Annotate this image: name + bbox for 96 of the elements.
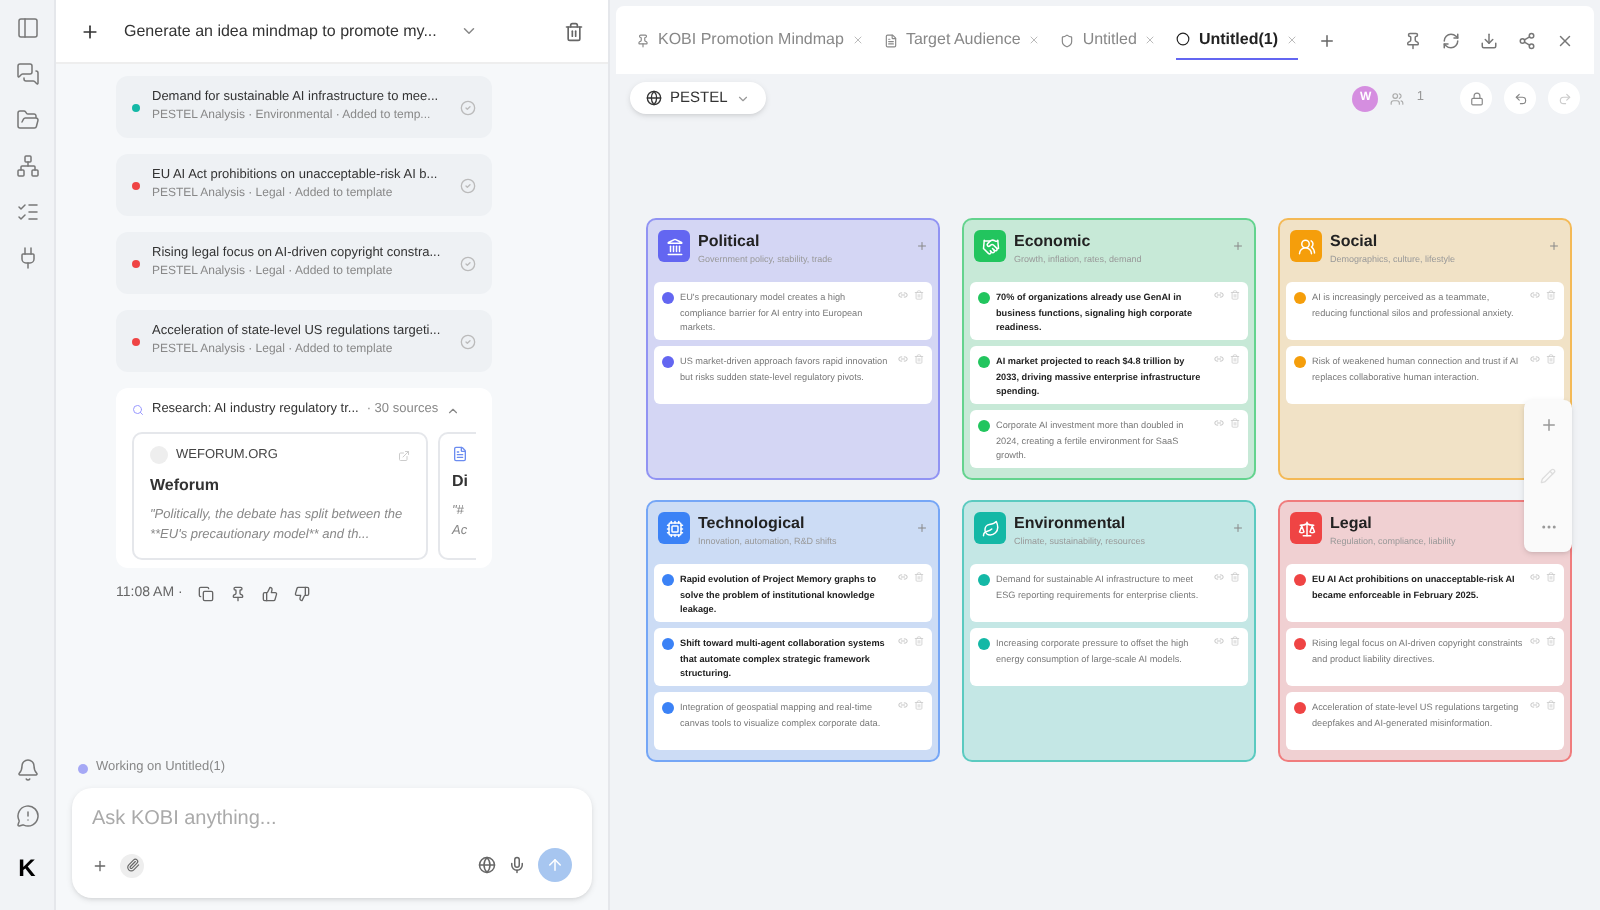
thumbs-up-icon[interactable] — [262, 586, 279, 602]
link-icon[interactable] — [898, 572, 908, 582]
people-icon — [1297, 237, 1315, 255]
close-tab-icon[interactable] — [851, 34, 864, 46]
document-icon — [883, 33, 898, 47]
undo-button[interactable] — [1504, 82, 1536, 114]
download-icon[interactable] — [1480, 31, 1498, 49]
copy-icon[interactable] — [198, 586, 215, 602]
card-title: Technological — [698, 512, 807, 536]
chip-icon — [665, 519, 683, 537]
bell-icon[interactable] — [15, 758, 39, 782]
send-button[interactable] — [538, 848, 572, 882]
close-tab-icon[interactable] — [1144, 34, 1157, 46]
share-icon[interactable] — [1518, 31, 1536, 49]
source-title: Weforum — [150, 473, 222, 498]
card-title: Environmental — [1014, 512, 1128, 536]
check-circle-icon[interactable] — [460, 255, 476, 271]
folder-icon[interactable] — [15, 108, 39, 132]
attach-button[interactable] — [120, 853, 144, 877]
link-icon[interactable] — [1214, 572, 1224, 582]
checklist-icon[interactable] — [15, 200, 39, 224]
link-icon[interactable] — [1214, 290, 1224, 300]
link-icon[interactable] — [898, 290, 908, 300]
card-title: Legal — [1330, 512, 1374, 536]
hierarchy-icon[interactable] — [15, 154, 39, 178]
link-icon[interactable] — [1530, 354, 1540, 364]
pencil-icon[interactable] — [1540, 467, 1556, 484]
zoom-in-icon[interactable] — [1539, 416, 1557, 435]
trash-icon[interactable] — [564, 21, 584, 41]
thumbs-down-icon[interactable] — [294, 586, 311, 602]
tab[interactable]: Target Audience — [883, 20, 1041, 60]
chat-bubbles-icon[interactable] — [15, 62, 39, 86]
tab[interactable]: Untitled(1) — [1176, 20, 1298, 60]
add-item-icon[interactable] — [916, 522, 928, 534]
link-icon[interactable] — [1214, 418, 1224, 428]
landmark-icon — [665, 237, 683, 255]
dot-icon — [1176, 32, 1191, 46]
external-link-icon[interactable] — [398, 449, 410, 462]
chevron-down-icon — [735, 91, 750, 105]
shield-icon — [1060, 33, 1075, 47]
plus-icon[interactable] — [92, 857, 108, 873]
tab[interactable]: KOBI Promotion Mindmap — [636, 20, 864, 60]
document-icon — [452, 446, 468, 462]
card-title: Social — [1330, 230, 1380, 254]
link-icon[interactable] — [1530, 572, 1540, 582]
link-icon[interactable] — [1214, 636, 1224, 646]
card-title: Economic — [1014, 230, 1093, 254]
chevron-down-icon[interactable] — [460, 22, 479, 40]
globe-icon — [646, 90, 662, 106]
chevron-up-icon[interactable] — [446, 403, 461, 417]
message-composer[interactable]: Ask KOBI anything... — [72, 788, 592, 898]
lock-button[interactable] — [1460, 82, 1492, 114]
link-icon[interactable] — [898, 700, 908, 710]
check-circle-icon[interactable] — [460, 177, 476, 193]
search-icon — [132, 404, 144, 416]
users-icon — [1390, 91, 1405, 105]
link-icon[interactable] — [1530, 290, 1540, 300]
handshake-icon — [981, 237, 999, 255]
new-chat-icon[interactable] — [80, 21, 100, 41]
redo-button[interactable] — [1548, 82, 1580, 114]
pin-icon[interactable] — [1404, 31, 1422, 49]
add-item-icon[interactable] — [1232, 240, 1244, 252]
scales-icon — [1297, 519, 1315, 537]
add-item-icon[interactable] — [916, 240, 928, 252]
pin-icon — [636, 33, 650, 47]
link-icon[interactable] — [898, 354, 908, 364]
add-item-icon[interactable] — [1232, 522, 1244, 534]
close-tab-icon[interactable] — [1286, 33, 1298, 45]
app-logo[interactable]: K — [18, 850, 36, 886]
paperclip-icon — [125, 858, 139, 872]
message-input[interactable]: Ask KOBI anything... — [92, 804, 572, 834]
undo-icon — [1513, 91, 1527, 105]
link-icon[interactable] — [1214, 354, 1224, 364]
globe-icon[interactable] — [478, 856, 496, 874]
microphone-icon[interactable] — [508, 856, 526, 874]
lock-icon — [1469, 91, 1483, 105]
add-item-icon[interactable] — [1548, 240, 1560, 252]
feedback-icon[interactable] — [15, 804, 39, 828]
pin-icon[interactable] — [230, 586, 247, 602]
close-icon[interactable] — [1556, 31, 1574, 49]
link-icon[interactable] — [1530, 636, 1540, 646]
refresh-icon[interactable] — [1442, 31, 1460, 49]
link-icon[interactable] — [1530, 700, 1540, 710]
link-icon[interactable] — [898, 636, 908, 646]
tab[interactable]: Untitled — [1060, 20, 1157, 60]
leaf-icon — [981, 519, 999, 537]
close-tab-icon[interactable] — [1028, 34, 1041, 46]
card-title: Political — [698, 230, 762, 254]
check-circle-icon[interactable] — [460, 99, 476, 115]
arrow-up-icon — [546, 856, 564, 874]
redo-icon — [1557, 91, 1571, 105]
sidebar-toggle-icon[interactable] — [15, 16, 39, 40]
plug-icon[interactable] — [15, 246, 39, 270]
source-title: Di — [452, 470, 470, 494]
new-tab-icon[interactable] — [1318, 31, 1336, 49]
check-circle-icon[interactable] — [460, 333, 476, 349]
